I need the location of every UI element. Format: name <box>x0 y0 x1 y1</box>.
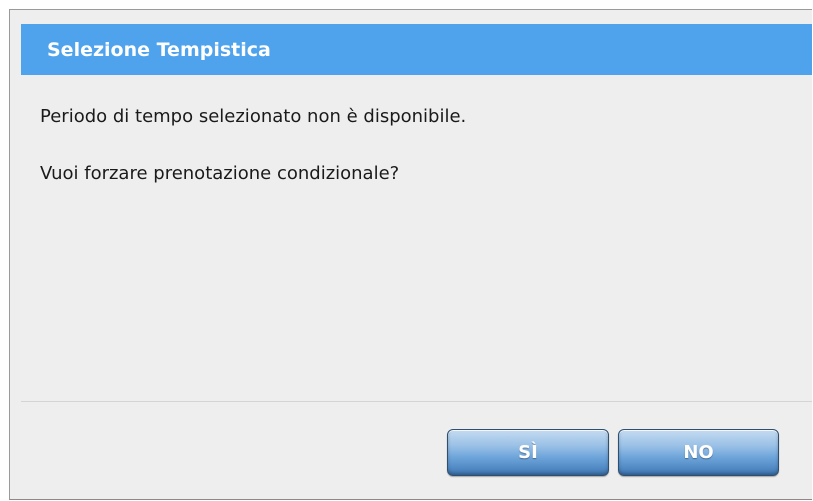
dialog-separator <box>21 401 812 402</box>
dialog-message-question: Vuoi forzare prenotazione condizionale? <box>40 163 400 184</box>
dialog-title: Selezione Tempistica <box>47 39 271 61</box>
yes-button[interactable]: SÌ <box>447 429 609 476</box>
booking-dialog: Selezione Tempistica Periodo di tempo se… <box>9 9 812 500</box>
dialog-message-unavailable: Periodo di tempo selezionato non è dispo… <box>40 106 467 127</box>
no-button[interactable]: NO <box>618 429 779 476</box>
dialog-title-bar: Selezione Tempistica <box>21 24 812 75</box>
